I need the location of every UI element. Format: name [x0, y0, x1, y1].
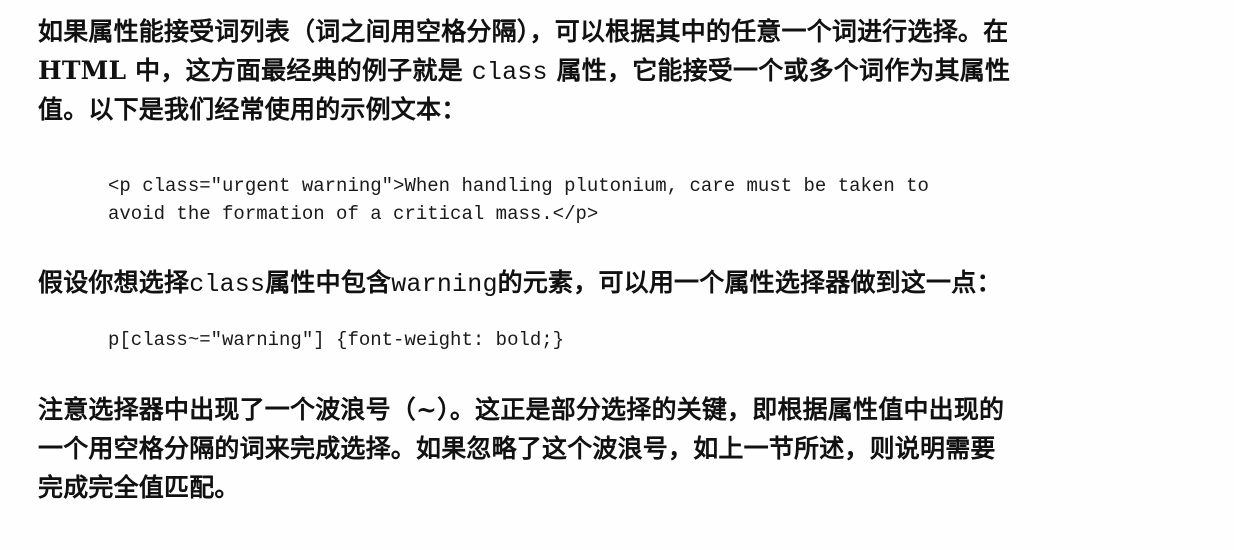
code-example-html-line-1: <p class="urgent warning">When handling …	[108, 175, 929, 197]
tilde-line-3: 完成完全值匹配。	[38, 473, 240, 502]
selector-intro-text-a: 假设你想选择	[38, 268, 190, 297]
selector-intro-text-c: 的元素，可以用一个属性选择器做到这一点：	[497, 268, 1002, 297]
tilde-line-1: 注意选择器中出现了一个波浪号（~）。这正是部分选择的关键，即根据属性值中出现的	[38, 395, 1005, 424]
tilde-line-2: 一个用空格分隔的词来完成选择。如果忽略了这个波浪号，如上一节所述，则说明需要	[38, 434, 996, 463]
code-example-html: <p class="urgent warning">When handling …	[108, 172, 1188, 228]
selector-intro-text-b: 属性中包含	[265, 268, 392, 297]
inline-code-warning: warning	[391, 270, 498, 299]
selector-intro-line: 假设你想选择class属性中包含warning的元素，可以用一个属性选择器做到这…	[38, 263, 1198, 302]
inline-code-class: class	[471, 58, 548, 87]
intro-line-2-text-a: HTML 中，这方面最经典的例子就是	[38, 56, 472, 85]
intro-line-2: HTML 中，这方面最经典的例子就是 class 属性，它能接受一个或多个词作为…	[38, 51, 1198, 90]
intro-line-2-text-b: 属性，它能接受一个或多个词作为其属性	[547, 56, 1011, 85]
intro-line-3: 值。以下是我们经常使用的示例文本：	[38, 95, 467, 124]
code-example-css: p[class~="warning"] {font-weight: bold;}	[108, 326, 1188, 354]
code-example-html-line-2: avoid the formation of a critical mass.<…	[108, 203, 599, 225]
inline-code-class-2: class	[189, 270, 266, 299]
code-example-css-line-1: p[class~="warning"] {font-weight: bold;}	[108, 329, 565, 351]
selector-intro-paragraph: 假设你想选择class属性中包含warning的元素，可以用一个属性选择器做到这…	[38, 263, 1198, 302]
intro-line-1: 如果属性能接受词列表（词之间用空格分隔），可以根据其中的任意一个词进行选择。在	[38, 17, 1009, 46]
tilde-explanation-paragraph: 注意选择器中出现了一个波浪号（~）。这正是部分选择的关键，即根据属性值中出现的 …	[38, 390, 1198, 507]
intro-paragraph: 如果属性能接受词列表（词之间用空格分隔），可以根据其中的任意一个词进行选择。在 …	[38, 12, 1198, 129]
document-page: 如果属性能接受词列表（词之间用空格分隔），可以根据其中的任意一个词进行选择。在 …	[0, 0, 1234, 550]
